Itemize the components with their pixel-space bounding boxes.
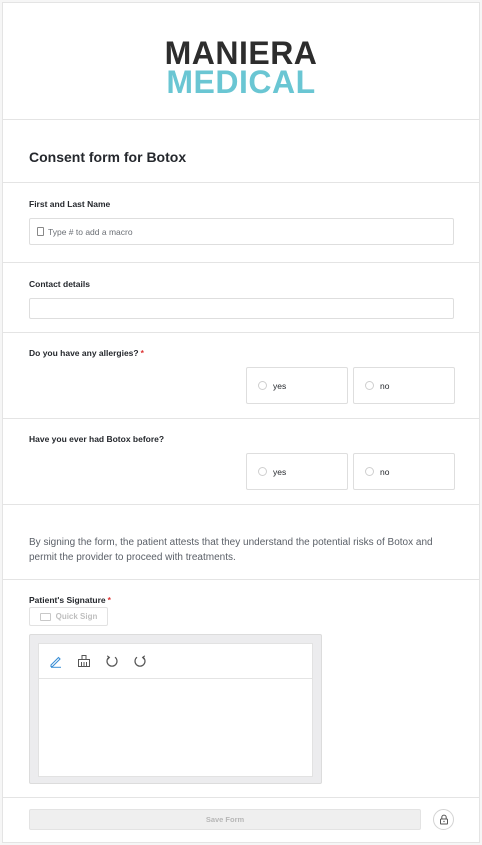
option-label: no <box>380 380 390 391</box>
eraser-icon[interactable] <box>75 652 93 670</box>
contact-input[interactable] <box>29 298 454 319</box>
signature-pad[interactable] <box>38 643 313 777</box>
radio-circle-icon <box>258 467 267 476</box>
option-label: no <box>380 466 390 477</box>
attestation-section: By signing the form, the patient attests… <box>3 505 479 580</box>
form-header: Consent form for Botox <box>3 120 479 183</box>
signature-toolbar <box>39 644 312 679</box>
undo-icon[interactable] <box>103 652 121 670</box>
signature-label-text: Patient's Signature <box>29 595 106 605</box>
radio-circle-icon <box>365 381 374 390</box>
botox-option-no[interactable]: no <box>353 453 455 490</box>
form-title: Consent form for Botox <box>29 149 187 165</box>
document-icon <box>37 227 44 236</box>
allergies-label-text: Do you have any allergies? <box>29 348 139 358</box>
required-marker: * <box>140 348 144 358</box>
allergies-options: yes no <box>246 367 455 404</box>
lock-button[interactable] <box>433 809 454 830</box>
allergies-label: Do you have any allergies? * <box>29 348 144 358</box>
name-section: First and Last Name Type # to add a macr… <box>3 183 479 263</box>
quick-sign-button[interactable]: Quick Sign <box>29 607 108 626</box>
quick-sign-label: Quick Sign <box>55 612 98 621</box>
allergies-option-no[interactable]: no <box>353 367 455 404</box>
botox-history-options: yes no <box>246 453 455 490</box>
signature-section: Patient's Signature * Quick Sign <box>3 580 479 798</box>
signature-label: Patient's Signature * <box>29 595 111 605</box>
name-label: First and Last Name <box>29 199 111 209</box>
botox-history-section: Have you ever had Botox before? yes no <box>3 419 479 505</box>
option-label: yes <box>273 466 287 477</box>
lock-icon <box>439 814 448 825</box>
attestation-text: By signing the form, the patient attests… <box>29 537 433 563</box>
botox-history-label: Have you ever had Botox before? <box>29 434 165 444</box>
logo-line-2: MEDICAL <box>166 64 316 100</box>
pen-icon[interactable] <box>47 652 65 670</box>
allergies-section: Do you have any allergies? * yes no <box>3 333 479 419</box>
radio-circle-icon <box>365 467 374 476</box>
botox-option-yes[interactable]: yes <box>246 453 348 490</box>
save-form-button[interactable]: Save Form <box>29 809 421 830</box>
name-input[interactable]: Type # to add a macro <box>29 218 454 245</box>
redo-icon[interactable] <box>131 652 149 670</box>
signature-pad-frame <box>29 634 322 784</box>
contact-section: Contact details <box>3 263 479 333</box>
option-label: yes <box>273 380 287 391</box>
name-placeholder: Type # to add a macro <box>48 226 133 237</box>
brand-logo: MANIERA MEDICAL <box>3 3 479 120</box>
required-marker: * <box>107 595 111 605</box>
contact-label: Contact details <box>29 279 90 289</box>
radio-circle-icon <box>258 381 267 390</box>
signature-icon <box>39 612 51 621</box>
form-footer: Save Form <box>3 797 479 842</box>
allergies-option-yes[interactable]: yes <box>246 367 348 404</box>
logo-line-1: MANIERA <box>164 35 318 71</box>
form-page: MANIERA MEDICAL Consent form for Botox F… <box>2 2 480 843</box>
